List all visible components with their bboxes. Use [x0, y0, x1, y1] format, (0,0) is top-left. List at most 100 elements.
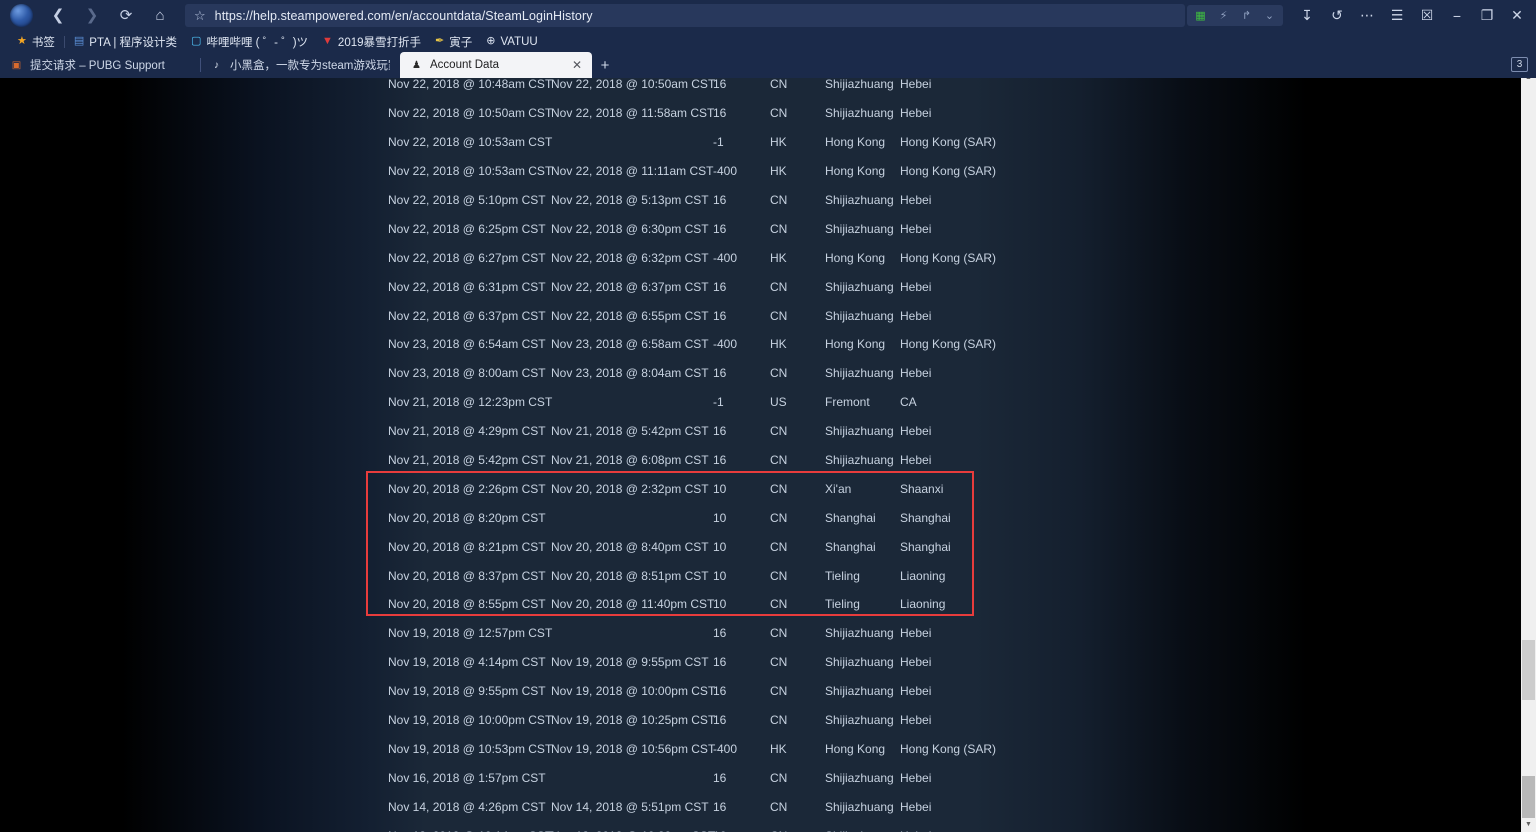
table-cell-login: Nov 19, 2018 @ 10:53pm CST [388, 742, 552, 756]
history-icon[interactable]: ↺ [1322, 2, 1352, 29]
bookmark-favicon-icon: ★ [17, 36, 27, 47]
new-tab-button[interactable]: + [596, 56, 614, 74]
table-cell-city: Shijiazhuang [825, 771, 894, 785]
bookmark-item[interactable]: ▤PTA | 程序设计类 [67, 31, 184, 52]
table-row[interactable]: Nov 21, 2018 @ 5:42pm CSTNov 21, 2018 @ … [0, 446, 1521, 475]
table-cell-login: Nov 19, 2018 @ 12:57pm CST [388, 626, 552, 640]
table-cell-country: HK [770, 251, 787, 265]
table-cell-region: Hebei [900, 222, 931, 236]
table-row[interactable]: Nov 19, 2018 @ 12:57pm CST16CNShijiazhua… [0, 619, 1521, 648]
close-button[interactable]: ✕ [1502, 2, 1532, 29]
back-button[interactable]: ❮ [41, 2, 75, 29]
table-row[interactable]: Nov 22, 2018 @ 6:37pm CSTNov 22, 2018 @ … [0, 301, 1521, 330]
restore-button[interactable]: ❐ [1472, 2, 1502, 29]
table-cell-login: Nov 22, 2018 @ 6:27pm CST [388, 251, 546, 265]
table-row[interactable]: Nov 20, 2018 @ 8:37pm CSTNov 20, 2018 @ … [0, 561, 1521, 590]
extensions-chevron-icon[interactable]: ⌄ [1258, 6, 1281, 25]
table-row[interactable]: Nov 22, 2018 @ 6:25pm CSTNov 22, 2018 @ … [0, 214, 1521, 243]
bookmark-item[interactable]: ✒寅子 [428, 31, 479, 52]
table-row[interactable]: Nov 22, 2018 @ 10:50am CSTNov 22, 2018 @… [0, 99, 1521, 128]
trash-icon[interactable]: ☒ [1412, 2, 1442, 29]
tab-close-icon[interactable]: ✕ [564, 58, 582, 72]
forward-button[interactable]: ❯ [75, 2, 109, 29]
table-row[interactable]: Nov 20, 2018 @ 8:55pm CSTNov 20, 2018 @ … [0, 590, 1521, 619]
table-cell-login: Nov 22, 2018 @ 6:25pm CST [388, 222, 546, 236]
bookmark-item[interactable]: ▢哔哩哔哩 ( ゜- ゜)ツ [184, 31, 315, 52]
tab-count-badge[interactable]: 3 [1511, 57, 1528, 72]
table-row[interactable]: Nov 23, 2018 @ 6:54am CSTNov 23, 2018 @ … [0, 330, 1521, 359]
bookmark-item[interactable]: ★书签 [10, 31, 62, 52]
table-cell-country: HK [770, 337, 787, 351]
table-row[interactable]: Nov 19, 2018 @ 4:14pm CSTNov 19, 2018 @ … [0, 648, 1521, 677]
login-history-table: Nov 22, 2018 @ 10:48am CSTNov 22, 2018 @… [0, 70, 1521, 832]
address-bar[interactable]: ☆ https://help.steampowered.com/en/accou… [185, 4, 1185, 27]
table-row[interactable]: Nov 23, 2018 @ 8:00am CSTNov 23, 2018 @ … [0, 359, 1521, 388]
table-row[interactable]: Nov 22, 2018 @ 5:10pm CSTNov 22, 2018 @ … [0, 186, 1521, 215]
table-cell-region: Hebei [900, 77, 931, 91]
table-row[interactable]: Nov 22, 2018 @ 10:53am CST-1HKHong KongH… [0, 128, 1521, 157]
minimize-button[interactable]: − [1442, 2, 1472, 29]
table-cell-region: Hebei [900, 829, 931, 832]
table-row[interactable]: Nov 22, 2018 @ 6:31pm CSTNov 22, 2018 @ … [0, 272, 1521, 301]
table-cell-login: Nov 22, 2018 @ 6:37pm CST [388, 309, 546, 323]
table-cell-code: 16 [713, 655, 726, 669]
table-cell-code: -400 [713, 337, 737, 351]
bookmark-label: 哔哩哔哩 ( ゜- ゜)ツ [206, 34, 308, 50]
table-cell-logout: Nov 22, 2018 @ 10:50am CST [551, 77, 715, 91]
table-row[interactable]: Nov 20, 2018 @ 2:26pm CSTNov 20, 2018 @ … [0, 474, 1521, 503]
extension-lightning-icon[interactable]: ⚡ [1212, 6, 1235, 25]
reload-button[interactable]: ⟳ [109, 2, 143, 29]
table-row[interactable]: Nov 14, 2018 @ 4:26pm CSTNov 14, 2018 @ … [0, 792, 1521, 821]
table-cell-city: Shijiazhuang [825, 280, 894, 294]
browser-tab[interactable]: ♪小黑盒，一款专为steam游戏玩家服 [200, 52, 400, 78]
table-cell-login: Nov 20, 2018 @ 2:26pm CST [388, 482, 546, 496]
table-row[interactable]: Nov 19, 2018 @ 9:55pm CSTNov 19, 2018 @ … [0, 677, 1521, 706]
table-cell-code: -400 [713, 164, 737, 178]
table-cell-logout: Nov 22, 2018 @ 11:11am CST [551, 164, 714, 178]
menu-icon[interactable]: ☰ [1382, 2, 1412, 29]
profile-avatar[interactable] [10, 4, 33, 27]
table-cell-logout: Nov 19, 2018 @ 10:25pm CST [551, 713, 715, 727]
bookmark-star-icon[interactable]: ☆ [194, 8, 206, 24]
table-row[interactable]: Nov 21, 2018 @ 12:23pm CST-1USFremontCA [0, 388, 1521, 417]
home-button[interactable]: ⌂ [143, 2, 177, 29]
downloads-icon[interactable]: ↧ [1292, 2, 1322, 29]
table-cell-city: Shijiazhuang [825, 829, 894, 832]
browser-chrome: ❮ ❯ ⟳ ⌂ 📖 ☆ https://help.steampowered.co… [0, 0, 1536, 78]
extension-bookmark-icon[interactable]: ▦ [1189, 6, 1212, 25]
bookmark-label: 2019暴雪打折手 [338, 34, 421, 50]
table-row[interactable]: Nov 22, 2018 @ 10:53am CSTNov 22, 2018 @… [0, 157, 1521, 186]
navigation-controls: ❮ ❯ ⟳ ⌂ 📖 [0, 2, 211, 29]
browser-tab[interactable]: ▣提交请求 – PUBG Support [0, 52, 200, 78]
table-cell-country: HK [770, 742, 787, 756]
extension-share-icon[interactable]: ↱ [1235, 6, 1258, 25]
table-row[interactable]: Nov 13, 2018 @ 10:14pm CSTNov 13, 2018 @… [0, 821, 1521, 832]
table-cell-logout: Nov 13, 2018 @ 10:29pm CST [551, 829, 715, 832]
scroll-down-arrow-icon[interactable]: ▼ [1521, 817, 1536, 832]
table-row[interactable]: Nov 16, 2018 @ 1:57pm CST16CNShijiazhuan… [0, 763, 1521, 792]
table-row[interactable]: Nov 19, 2018 @ 10:00pm CSTNov 19, 2018 @… [0, 706, 1521, 735]
bookmarks-bar: ★书签▤PTA | 程序设计类▢哔哩哔哩 ( ゜- ゜)ツ▼2019暴雪打折手✒… [0, 31, 1536, 52]
table-cell-country: US [770, 395, 787, 409]
page-scrollbar[interactable]: ▲ ▼ [1521, 70, 1536, 832]
table-cell-country: CN [770, 511, 787, 525]
table-row[interactable]: Nov 20, 2018 @ 8:20pm CST10CNShanghaiSha… [0, 503, 1521, 532]
more-icon[interactable]: ⋯ [1352, 2, 1382, 29]
table-cell-city: Shijiazhuang [825, 800, 894, 814]
table-row[interactable]: Nov 19, 2018 @ 10:53pm CSTNov 19, 2018 @… [0, 734, 1521, 763]
table-row[interactable]: Nov 22, 2018 @ 6:27pm CSTNov 22, 2018 @ … [0, 243, 1521, 272]
table-cell-logout: Nov 22, 2018 @ 11:58am CST [551, 106, 714, 120]
table-cell-city: Hong Kong [825, 742, 885, 756]
scrollbar-thumb[interactable] [1522, 640, 1535, 700]
scrollbar-thumb-secondary[interactable] [1522, 776, 1535, 818]
table-cell-login: Nov 20, 2018 @ 8:21pm CST [388, 540, 546, 554]
table-row[interactable]: Nov 21, 2018 @ 4:29pm CSTNov 21, 2018 @ … [0, 417, 1521, 446]
table-cell-city: Shijiazhuang [825, 222, 894, 236]
tab-title: 小黑盒，一款专为steam游戏玩家服 [230, 57, 390, 73]
table-cell-code: -400 [713, 742, 737, 756]
table-row[interactable]: Nov 20, 2018 @ 8:21pm CSTNov 20, 2018 @ … [0, 532, 1521, 561]
bookmark-item[interactable]: ▼2019暴雪打折手 [315, 31, 428, 52]
browser-tab-active[interactable]: ♟Account Data✕ [400, 52, 592, 78]
table-cell-region: Hebei [900, 684, 931, 698]
bookmark-item[interactable]: ⊕VATUU [479, 31, 545, 52]
